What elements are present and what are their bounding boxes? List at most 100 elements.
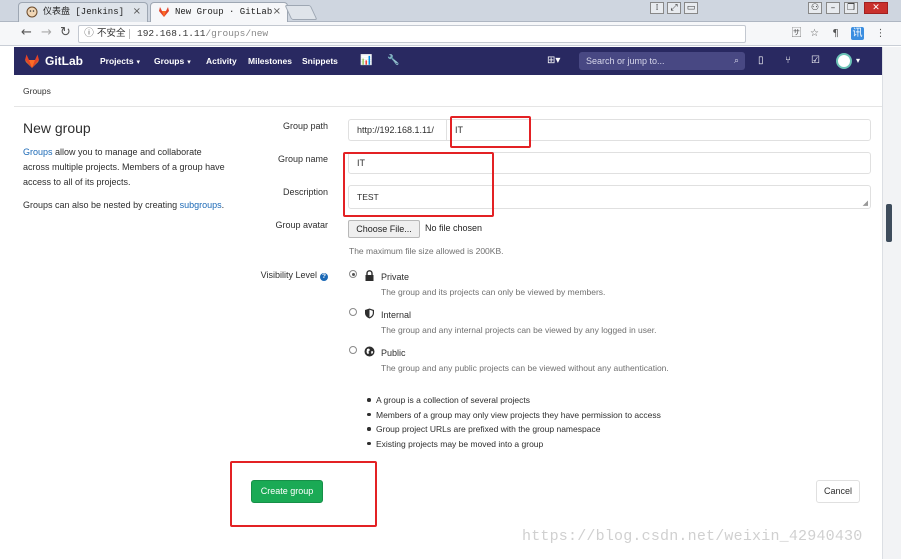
visibility-label: Visibility Level? (218, 270, 328, 281)
visibility-internal-radio[interactable] (349, 308, 357, 316)
extension-blue-icon[interactable]: 讯 (851, 27, 864, 40)
todo-icon[interactable]: ☑ (811, 54, 820, 68)
nav-milestones[interactable]: Milestones (248, 56, 292, 66)
shield-icon (365, 308, 374, 319)
security-label: 不安全 (97, 28, 126, 39)
group-path-label: Group path (282, 121, 328, 131)
avatar-label: Group avatar (275, 220, 328, 230)
wrench-icon[interactable]: 🔧 (387, 54, 399, 68)
description-label: Description (282, 187, 328, 197)
nesting-end: . (221, 200, 225, 210)
forward-icon[interactable]: → (41, 26, 52, 40)
groups-help-link[interactable]: Groups (23, 147, 53, 157)
menu-dots-icon[interactable]: ⋮ (874, 27, 887, 40)
profile-icon[interactable]: ⚇ (808, 2, 822, 14)
merge-request-icon[interactable]: ⑂ (785, 54, 791, 68)
cancel-button[interactable]: Cancel (816, 480, 860, 503)
search-placeholder: Search or jump to... (586, 56, 665, 66)
page-title: New group (23, 120, 91, 136)
tab-title: 仪表盘 [Jenkins] (43, 7, 125, 17)
address-toolbar: ← → ↻ ⓘ 不安全 192.168.1.11/groups/new 🈂 ☆ … (0, 22, 901, 46)
nav-projects[interactable]: Projects ▾ (100, 56, 140, 66)
window-minimize-icon[interactable]: – (826, 2, 840, 14)
visibility-internal-name[interactable]: Internal (381, 310, 411, 320)
window-fullscreen-icon[interactable]: ⤢ (667, 2, 681, 14)
tab-gitlab[interactable]: New Group · GitLab × (150, 2, 288, 22)
nav-groups[interactable]: Groups ▾ (154, 56, 191, 66)
max-size-hint: The maximum file size allowed is 200KB. (349, 246, 504, 256)
bookmark-star-icon[interactable]: ☆ (808, 27, 821, 40)
chart-icon[interactable]: 📊 (360, 54, 372, 68)
chevron-down-icon[interactable]: ▾ (856, 54, 860, 68)
visibility-private-radio[interactable] (349, 270, 357, 278)
translate-icon[interactable]: 🈂 (790, 27, 803, 40)
visibility-internal-desc: The group and any internal projects can … (381, 325, 657, 335)
visibility-private-name[interactable]: Private (381, 272, 409, 282)
visibility-label-text: Visibility Level (260, 270, 317, 280)
resize-handle-icon[interactable]: ◢ (863, 200, 868, 207)
window-pip-icon[interactable]: ▭ (684, 2, 698, 14)
window-tile-icon[interactable]: ⁞ (650, 2, 664, 14)
page-scrollbar[interactable] (882, 47, 901, 559)
visibility-public-name[interactable]: Public (381, 348, 406, 358)
list-item: Members of a group may only view project… (366, 408, 661, 423)
lock-icon (365, 270, 374, 281)
search-input[interactable]: Search or jump to... ⌕ (579, 52, 745, 70)
nav-snippets[interactable]: Snippets (302, 56, 338, 66)
choose-file-label: Choose File (356, 224, 405, 234)
no-file-text: No file chosen (425, 223, 483, 233)
gitlab-logo-icon[interactable] (24, 53, 40, 69)
nav-label: Projects (100, 56, 134, 66)
tab-close-icon[interactable]: × (273, 3, 281, 21)
visibility-public-desc: The group and any public projects can be… (381, 363, 669, 373)
choose-file-button[interactable]: Choose File... (348, 220, 420, 238)
url-path: /groups/new (205, 28, 269, 39)
nav-activity[interactable]: Activity (206, 56, 237, 66)
back-icon[interactable]: ← (21, 26, 32, 40)
tab-jenkins[interactable]: 仪表盘 [Jenkins] × (18, 2, 148, 22)
nesting-text: Groups can also be nested by creating su… (23, 198, 228, 213)
gitlab-header: GitLab Projects ▾ Groups ▾ Activity Milest… (14, 47, 882, 75)
nesting-lead: Groups can also be nested by creating (23, 200, 180, 210)
chevron-down-icon: ▾ (187, 59, 191, 66)
subgroups-link[interactable]: subgroups (180, 200, 222, 210)
avatar[interactable] (836, 53, 852, 69)
window-close-icon[interactable]: ✕ (864, 2, 888, 14)
window-maximize-icon[interactable]: ❐ (844, 2, 858, 14)
info-icon[interactable]: ⓘ (83, 26, 95, 42)
help-icon[interactable]: ? (320, 273, 328, 281)
gitlab-favicon-icon (159, 7, 169, 17)
group-path-prefix: http://192.168.1.11/ (348, 119, 446, 141)
search-icon: ⌕ (733, 56, 739, 66)
url-text[interactable]: 192.168.1.11/groups/new (137, 26, 268, 42)
list-item: A group is a collection of several proje… (366, 393, 661, 408)
divider (14, 106, 882, 107)
group-notes-list: A group is a collection of several proje… (366, 393, 661, 451)
extension-icon[interactable]: ¶ (829, 27, 842, 40)
annotation-box-name-description (343, 152, 494, 217)
new-tab-button[interactable] (284, 5, 318, 20)
reload-icon[interactable]: ↻ (60, 26, 71, 40)
url-bar[interactable]: ⓘ 不安全 192.168.1.11/groups/new (78, 25, 746, 43)
annotation-box-create-button (230, 461, 377, 527)
new-plus-icon[interactable]: ⊞▾ (547, 54, 560, 68)
breadcrumb[interactable]: Groups (23, 86, 51, 96)
visibility-public-radio[interactable] (349, 346, 357, 354)
watermark: https://blog.csdn.net/weixin_42940430 (522, 528, 863, 545)
group-description-text: Groups allow you to manage and collabora… (23, 145, 228, 190)
jenkins-favicon-icon (26, 6, 38, 18)
tab-title: New Group · GitLab (175, 7, 273, 17)
gitlab-brand[interactable]: GitLab (45, 54, 83, 68)
visibility-private-desc: The group and its projects can only be v… (381, 287, 606, 297)
scrollbar-thumb[interactable] (886, 204, 892, 242)
list-item: Existing projects may be moved into a gr… (366, 437, 661, 452)
globe-icon (364, 346, 375, 357)
description-rest: allow you to manage and collaborate acro… (23, 147, 225, 187)
group-name-label: Group name (277, 154, 328, 164)
annotation-box-group-path (450, 116, 531, 148)
tab-close-icon[interactable]: × (133, 3, 141, 21)
nav-label: Groups (154, 56, 185, 66)
issues-icon[interactable]: ▯ (758, 54, 764, 68)
browser-tabstrip: 仪表盘 [Jenkins] × New Group · GitLab × ⁞ ⤢… (0, 0, 901, 22)
url-separator (129, 29, 130, 39)
